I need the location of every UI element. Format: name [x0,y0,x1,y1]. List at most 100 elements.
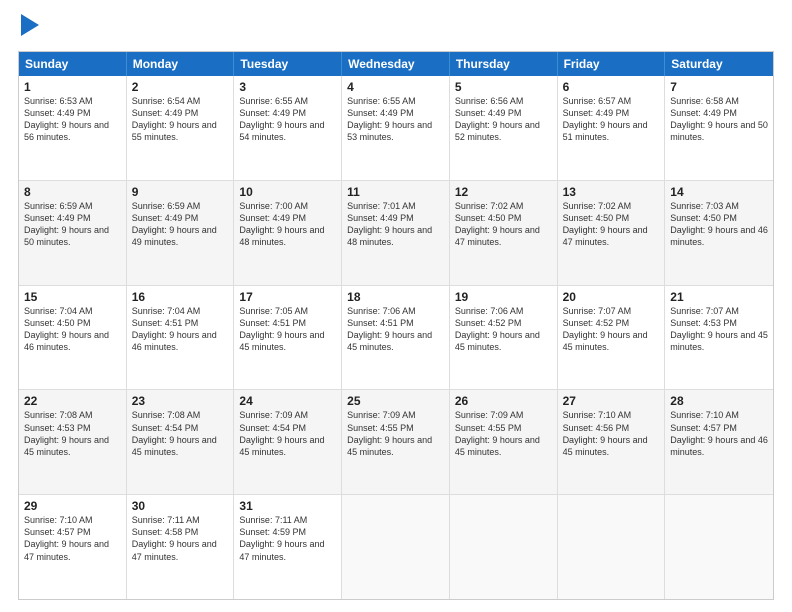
logo [18,18,39,41]
calendar: SundayMondayTuesdayWednesdayThursdayFrid… [18,51,774,600]
day-number: 9 [132,185,229,199]
day-number: 16 [132,290,229,304]
day-number: 14 [670,185,768,199]
weekday-header-monday: Monday [127,52,235,76]
day-number: 23 [132,394,229,408]
day-info: Sunrise: 6:54 AMSunset: 4:49 PMDaylight:… [132,96,217,142]
day-info: Sunrise: 6:53 AMSunset: 4:49 PMDaylight:… [24,96,109,142]
calendar-row-2: 8 Sunrise: 6:59 AMSunset: 4:49 PMDayligh… [19,181,773,286]
weekday-header-thursday: Thursday [450,52,558,76]
day-info: Sunrise: 6:58 AMSunset: 4:49 PMDaylight:… [670,96,768,142]
day-cell-12: 12 Sunrise: 7:02 AMSunset: 4:50 PMDaylig… [450,181,558,285]
day-number: 12 [455,185,552,199]
empty-cell-4-4 [450,495,558,599]
weekday-header-wednesday: Wednesday [342,52,450,76]
day-info: Sunrise: 7:11 AMSunset: 4:59 PMDaylight:… [239,515,324,561]
day-info: Sunrise: 7:04 AMSunset: 4:50 PMDaylight:… [24,306,109,352]
day-cell-15: 15 Sunrise: 7:04 AMSunset: 4:50 PMDaylig… [19,286,127,390]
day-info: Sunrise: 7:09 AMSunset: 4:55 PMDaylight:… [455,410,540,456]
day-info: Sunrise: 7:09 AMSunset: 4:54 PMDaylight:… [239,410,324,456]
day-cell-11: 11 Sunrise: 7:01 AMSunset: 4:49 PMDaylig… [342,181,450,285]
calendar-row-3: 15 Sunrise: 7:04 AMSunset: 4:50 PMDaylig… [19,286,773,391]
empty-cell-4-3 [342,495,450,599]
day-number: 24 [239,394,336,408]
day-info: Sunrise: 7:10 AMSunset: 4:56 PMDaylight:… [563,410,648,456]
day-info: Sunrise: 7:07 AMSunset: 4:52 PMDaylight:… [563,306,648,352]
calendar-body: 1 Sunrise: 6:53 AMSunset: 4:49 PMDayligh… [19,76,773,599]
day-cell-30: 30 Sunrise: 7:11 AMSunset: 4:58 PMDaylig… [127,495,235,599]
day-info: Sunrise: 7:08 AMSunset: 4:54 PMDaylight:… [132,410,217,456]
day-number: 30 [132,499,229,513]
day-cell-14: 14 Sunrise: 7:03 AMSunset: 4:50 PMDaylig… [665,181,773,285]
weekday-header-sunday: Sunday [19,52,127,76]
day-info: Sunrise: 7:11 AMSunset: 4:58 PMDaylight:… [132,515,217,561]
day-cell-23: 23 Sunrise: 7:08 AMSunset: 4:54 PMDaylig… [127,390,235,494]
day-cell-1: 1 Sunrise: 6:53 AMSunset: 4:49 PMDayligh… [19,76,127,180]
day-cell-16: 16 Sunrise: 7:04 AMSunset: 4:51 PMDaylig… [127,286,235,390]
day-number: 7 [670,80,768,94]
day-info: Sunrise: 6:59 AMSunset: 4:49 PMDaylight:… [132,201,217,247]
day-cell-6: 6 Sunrise: 6:57 AMSunset: 4:49 PMDayligh… [558,76,666,180]
day-number: 27 [563,394,660,408]
day-cell-21: 21 Sunrise: 7:07 AMSunset: 4:53 PMDaylig… [665,286,773,390]
day-info: Sunrise: 7:09 AMSunset: 4:55 PMDaylight:… [347,410,432,456]
day-number: 25 [347,394,444,408]
day-number: 29 [24,499,121,513]
day-cell-22: 22 Sunrise: 7:08 AMSunset: 4:53 PMDaylig… [19,390,127,494]
day-cell-19: 19 Sunrise: 7:06 AMSunset: 4:52 PMDaylig… [450,286,558,390]
day-number: 22 [24,394,121,408]
day-info: Sunrise: 7:01 AMSunset: 4:49 PMDaylight:… [347,201,432,247]
day-cell-28: 28 Sunrise: 7:10 AMSunset: 4:57 PMDaylig… [665,390,773,494]
day-number: 5 [455,80,552,94]
calendar-row-5: 29 Sunrise: 7:10 AMSunset: 4:57 PMDaylig… [19,495,773,599]
day-number: 26 [455,394,552,408]
day-info: Sunrise: 7:06 AMSunset: 4:51 PMDaylight:… [347,306,432,352]
day-number: 1 [24,80,121,94]
header [18,18,774,41]
day-number: 31 [239,499,336,513]
logo-arrow-icon [21,14,39,36]
day-cell-18: 18 Sunrise: 7:06 AMSunset: 4:51 PMDaylig… [342,286,450,390]
day-cell-8: 8 Sunrise: 6:59 AMSunset: 4:49 PMDayligh… [19,181,127,285]
day-number: 28 [670,394,768,408]
day-cell-31: 31 Sunrise: 7:11 AMSunset: 4:59 PMDaylig… [234,495,342,599]
empty-cell-4-6 [665,495,773,599]
calendar-row-1: 1 Sunrise: 6:53 AMSunset: 4:49 PMDayligh… [19,76,773,181]
day-info: Sunrise: 7:04 AMSunset: 4:51 PMDaylight:… [132,306,217,352]
day-number: 3 [239,80,336,94]
logo-text [18,18,39,41]
day-number: 20 [563,290,660,304]
weekday-header-saturday: Saturday [665,52,773,76]
day-info: Sunrise: 6:57 AMSunset: 4:49 PMDaylight:… [563,96,648,142]
day-cell-17: 17 Sunrise: 7:05 AMSunset: 4:51 PMDaylig… [234,286,342,390]
day-info: Sunrise: 6:56 AMSunset: 4:49 PMDaylight:… [455,96,540,142]
day-cell-9: 9 Sunrise: 6:59 AMSunset: 4:49 PMDayligh… [127,181,235,285]
day-cell-29: 29 Sunrise: 7:10 AMSunset: 4:57 PMDaylig… [19,495,127,599]
day-info: Sunrise: 7:10 AMSunset: 4:57 PMDaylight:… [24,515,109,561]
day-number: 18 [347,290,444,304]
day-number: 19 [455,290,552,304]
day-cell-10: 10 Sunrise: 7:00 AMSunset: 4:49 PMDaylig… [234,181,342,285]
day-number: 8 [24,185,121,199]
page: SundayMondayTuesdayWednesdayThursdayFrid… [0,0,792,612]
day-cell-2: 2 Sunrise: 6:54 AMSunset: 4:49 PMDayligh… [127,76,235,180]
day-info: Sunrise: 7:06 AMSunset: 4:52 PMDaylight:… [455,306,540,352]
day-number: 11 [347,185,444,199]
day-number: 17 [239,290,336,304]
empty-cell-4-5 [558,495,666,599]
day-cell-20: 20 Sunrise: 7:07 AMSunset: 4:52 PMDaylig… [558,286,666,390]
day-cell-5: 5 Sunrise: 6:56 AMSunset: 4:49 PMDayligh… [450,76,558,180]
day-number: 6 [563,80,660,94]
day-info: Sunrise: 6:55 AMSunset: 4:49 PMDaylight:… [347,96,432,142]
day-cell-3: 3 Sunrise: 6:55 AMSunset: 4:49 PMDayligh… [234,76,342,180]
day-number: 21 [670,290,768,304]
day-number: 15 [24,290,121,304]
day-number: 2 [132,80,229,94]
day-cell-24: 24 Sunrise: 7:09 AMSunset: 4:54 PMDaylig… [234,390,342,494]
day-info: Sunrise: 6:55 AMSunset: 4:49 PMDaylight:… [239,96,324,142]
weekday-header-friday: Friday [558,52,666,76]
day-cell-27: 27 Sunrise: 7:10 AMSunset: 4:56 PMDaylig… [558,390,666,494]
day-number: 4 [347,80,444,94]
day-info: Sunrise: 7:02 AMSunset: 4:50 PMDaylight:… [563,201,648,247]
calendar-row-4: 22 Sunrise: 7:08 AMSunset: 4:53 PMDaylig… [19,390,773,495]
